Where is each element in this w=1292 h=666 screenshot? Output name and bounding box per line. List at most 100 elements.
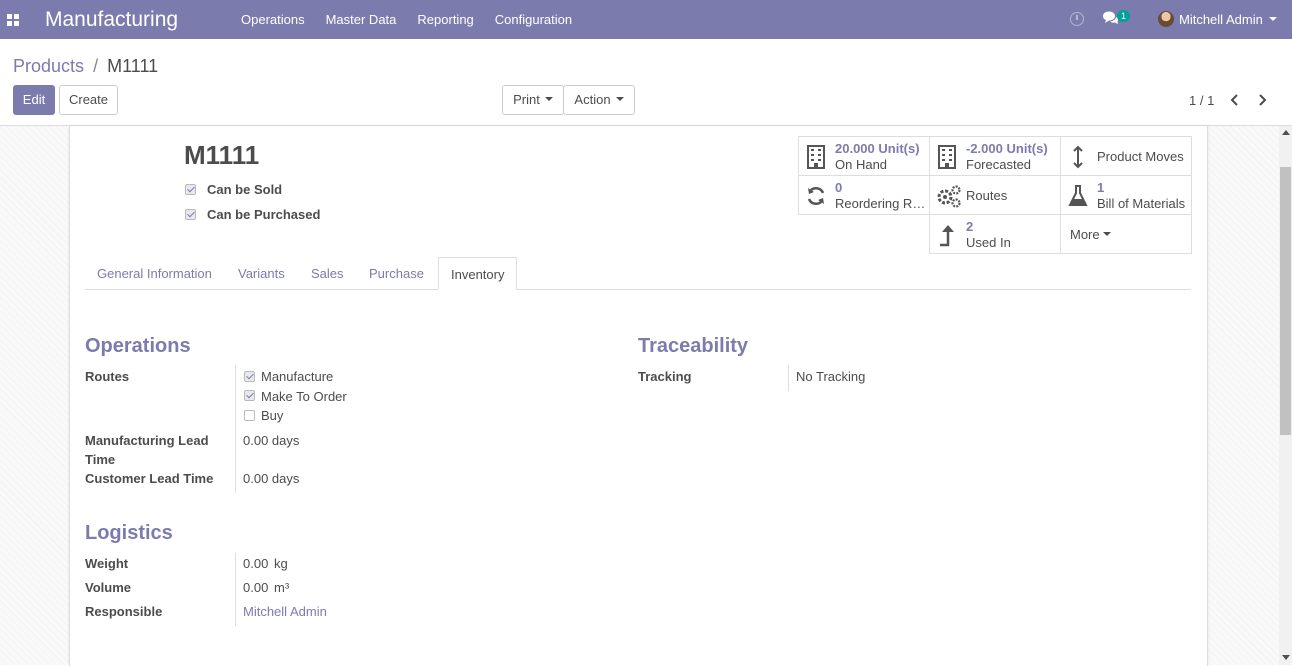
weight-unit: kg [274,556,288,571]
user-menu-caret-icon[interactable] [1269,17,1277,21]
used-in-text: 2 Used In [966,219,1011,251]
routes-smart-button[interactable]: Routes [929,175,1061,215]
menu-reporting[interactable]: Reporting [417,0,473,39]
reordering-count: 0 [835,180,843,195]
used-in-smart-button[interactable]: 2 Used In [929,214,1061,254]
customer-lead-time-value[interactable]: 0.00 days [243,469,299,488]
bill-of-materials-smart-button[interactable]: 1 Bill of Materials [1060,175,1192,215]
vertical-arrows-icon [1067,145,1089,169]
weight-value[interactable]: 0.00 [243,554,268,573]
on-hand-label: On Hand [835,157,888,172]
on-hand-text: 20.000 Unit(s) On Hand [835,141,920,173]
route-buy-checkbox[interactable] [244,410,255,421]
weight-label: Weight [85,556,129,571]
product-moves-smart-button[interactable]: Product Moves [1060,136,1192,176]
operations-field-separator [235,365,236,493]
action-dropdown-button[interactable]: Action [563,85,635,115]
responsible-link[interactable]: Mitchell Admin [243,602,327,621]
reordering-rules-smart-button[interactable]: 0 Reordering R… [798,175,930,215]
reordering-label: Reordering R… [835,196,926,211]
on-hand-value: 20.000 [835,141,875,156]
pager-next-icon[interactable] [1255,92,1269,108]
scroll-up-arrow-icon[interactable] [1282,130,1290,135]
refresh-icon [805,184,827,208]
print-dropdown-button[interactable]: Print [502,85,564,115]
apps-menu-icon[interactable] [0,0,26,39]
traceability-field-separator [788,365,789,391]
on-hand-smart-button[interactable]: 20.000 Unit(s) On Hand [798,136,930,176]
scrollbar-thumb[interactable] [1280,167,1291,435]
can-be-sold-checkbox[interactable] [185,184,196,195]
breadcrumb: Products / M1111 [13,56,158,76]
more-text: More [1070,227,1100,242]
app-title[interactable]: Manufacturing [45,0,241,39]
create-button[interactable]: Create [59,85,118,115]
used-in-count: 2 [966,219,974,234]
tab-purchase[interactable]: Purchase [369,257,424,290]
tab-sales[interactable]: Sales [311,257,344,290]
manufacturing-lead-time-label-line1: Manufacturing Lead [85,433,209,448]
bom-count: 1 [1097,180,1105,195]
building-icon [805,145,827,169]
menu-operations[interactable]: Operations [241,0,305,39]
pager-previous-icon[interactable] [1228,92,1242,108]
building-icon [936,145,958,169]
flask-icon [1067,184,1089,208]
breadcrumb-separator: / [93,56,99,76]
breadcrumb-products-link[interactable]: Products [13,56,84,76]
gears-icon [936,184,961,208]
route-make-to-order-label: Make To Order [261,389,347,404]
more-label: More [1070,215,1111,255]
can-be-purchased-label: Can be Purchased [207,207,321,222]
used-in-label: Used In [966,235,1011,250]
tab-general-information[interactable]: General Information [97,257,212,290]
tab-variants[interactable]: Variants [238,257,285,290]
activity-clock-icon[interactable] [1070,12,1084,26]
menu-master-data[interactable]: Master Data [326,0,397,39]
logistics-title: Logistics [85,522,173,544]
user-avatar[interactable] [1158,11,1174,27]
volume-label: Volume [85,580,131,595]
top-navbar: Manufacturing Operations Master Data Rep… [0,0,1292,39]
forecasted-value: -2.000 [966,141,1003,156]
forecasted-smart-button[interactable]: -2.000 Unit(s) Forecasted [929,136,1061,176]
menu-configuration[interactable]: Configuration [495,0,572,39]
tab-inventory[interactable]: Inventory [438,257,518,290]
can-be-purchased-checkbox[interactable] [185,209,196,220]
forecasted-text: -2.000 Unit(s) Forecasted [966,141,1048,173]
action-label: Action [574,92,611,107]
pager-value[interactable]: 1 / 1 [1189,93,1214,108]
more-dropdown-button[interactable]: More [1060,214,1192,254]
traceability-title: Traceability [638,335,749,357]
message-count-badge: 1 [1117,10,1130,22]
volume-unit: m³ [274,580,290,595]
can-be-sold-label: Can be Sold [207,182,283,197]
bom-label: Bill of Materials [1097,196,1186,211]
logistics-field-separator [235,553,236,626]
responsible-label: Responsible [85,604,163,619]
product-moves-label: Product Moves [1097,149,1184,164]
operations-title: Operations [85,335,191,357]
routes-field-label: Routes [85,369,130,384]
breadcrumb-current: M1111 [107,56,159,76]
route-manufacture-checkbox[interactable] [244,371,255,382]
scroll-down-arrow-icon[interactable] [1282,655,1290,660]
on-hand-unit: Unit(s) [878,141,920,156]
user-menu-name[interactable]: Mitchell Admin [1179,0,1263,39]
tracking-value[interactable]: No Tracking [796,367,865,386]
forecasted-label: Forecasted [966,157,1032,172]
route-make-to-order-checkbox[interactable] [244,390,255,401]
reordering-text: 0 Reordering R… [835,180,925,212]
edit-button[interactable]: Edit [13,85,55,115]
customer-lead-time-label: Customer Lead Time [85,471,214,486]
routes-label: Routes [966,188,1008,203]
tracking-label: Tracking [638,369,692,384]
print-label: Print [513,92,540,107]
manufacturing-lead-time-value[interactable]: 0.00 days [243,431,299,450]
print-caret-icon [544,97,553,102]
route-buy-label: Buy [261,408,284,423]
level-up-arrow-icon [936,223,958,247]
more-caret-icon [1102,232,1111,237]
product-name: M1111 [184,140,260,170]
volume-value[interactable]: 0.00 [243,578,268,597]
